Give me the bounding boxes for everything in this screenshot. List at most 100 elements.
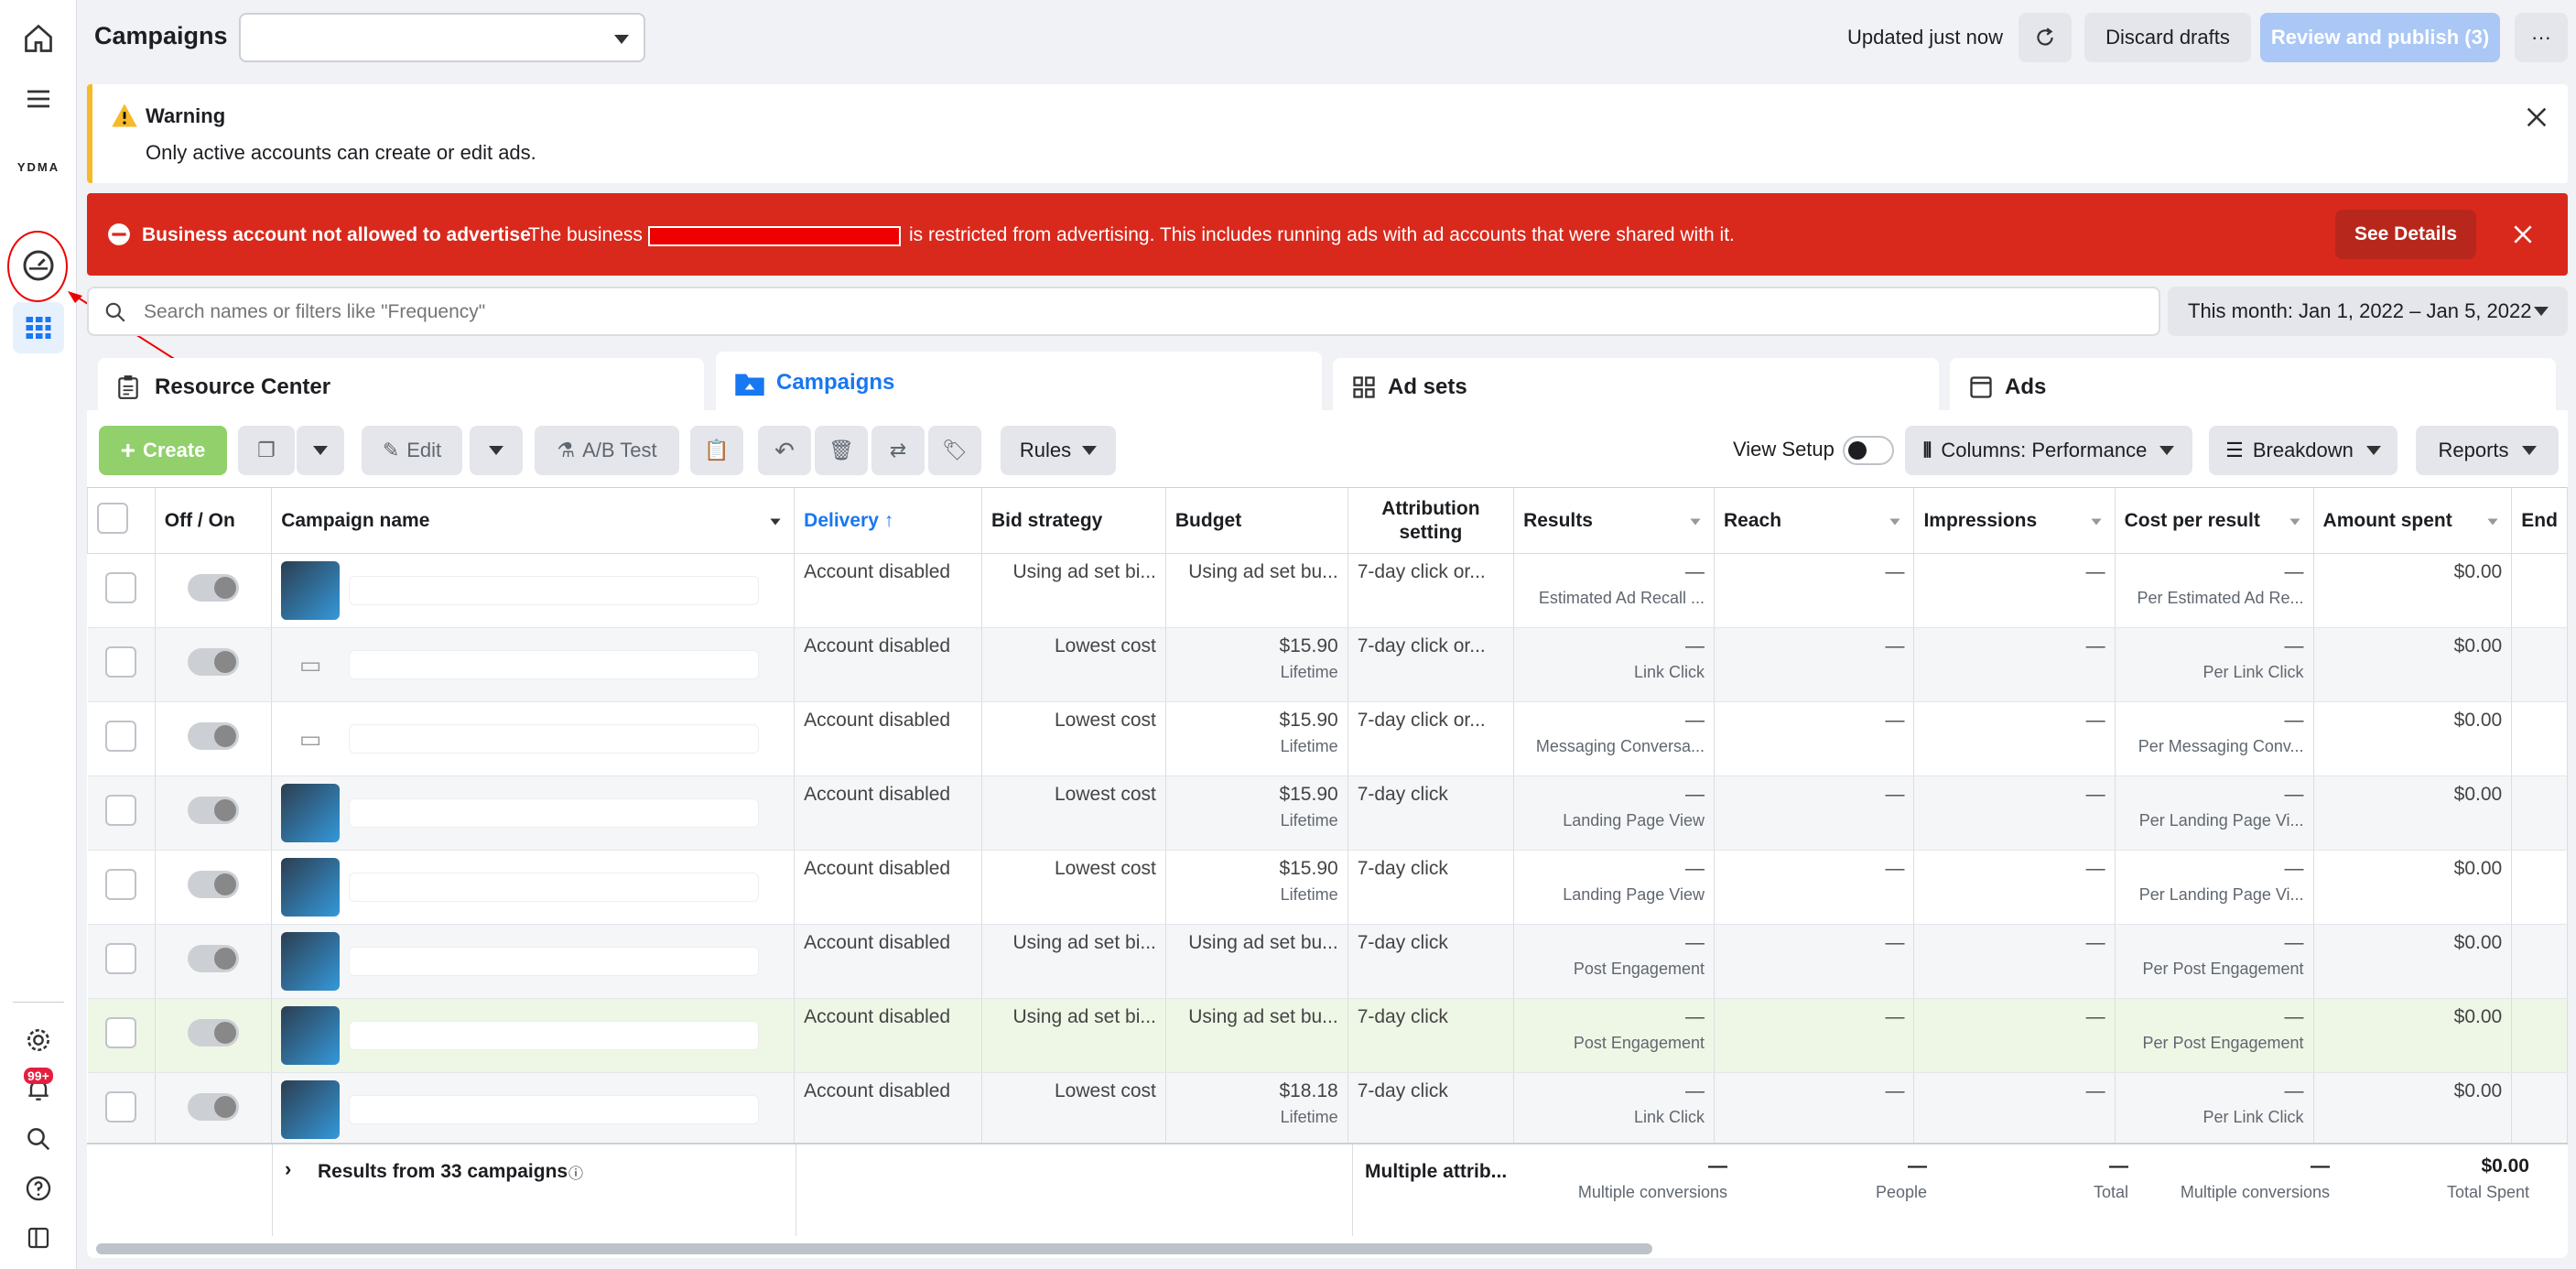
campaign-name-redacted[interactable]: [349, 873, 760, 902]
ads-manager-grid-icon[interactable]: [13, 302, 64, 353]
clipboard-button[interactable]: 📋: [690, 426, 743, 475]
table-row[interactable]: ▭ Account disabled Lowest cost $15.90 Lifeti…: [87, 701, 2568, 776]
col-header-results[interactable]: Results: [1513, 487, 1715, 554]
create-button[interactable]: + Create: [99, 426, 227, 475]
row-checkbox[interactable]: [105, 795, 137, 826]
campaign-toggle[interactable]: [187, 945, 239, 972]
home-icon[interactable]: [13, 13, 64, 64]
columns-button[interactable]: ⦀ Columns: Performance: [1905, 426, 2192, 475]
budget-cell[interactable]: $15.90 Lifetime: [1165, 627, 1348, 702]
col-header-delivery[interactable]: Delivery ↑: [794, 487, 982, 554]
campaign-name-redacted[interactable]: [349, 576, 760, 605]
close-icon[interactable]: [2511, 222, 2535, 246]
dashboard-gauge-icon[interactable]: [13, 240, 64, 291]
col-header-end[interactable]: End: [2511, 487, 2568, 554]
budget-cell[interactable]: Using ad set bu...: [1165, 998, 1348, 1073]
search-input[interactable]: [144, 296, 2139, 329]
duplicate-button[interactable]: ❐: [238, 426, 295, 475]
table-row[interactable]: Account disabled Using ad set bi... Using …: [87, 924, 2568, 999]
campaign-name-redacted[interactable]: [349, 724, 760, 754]
more-options-button[interactable]: ···: [2515, 13, 2568, 62]
chevron-down-icon: [489, 446, 503, 455]
col-header-campaign-name[interactable]: Campaign name: [271, 487, 796, 554]
budget-cell[interactable]: $15.90 Lifetime: [1165, 701, 1348, 776]
campaign-name-redacted[interactable]: [349, 650, 760, 679]
tab-ads[interactable]: Ads: [1950, 358, 2556, 413]
rules-button[interactable]: Rules: [1001, 426, 1116, 475]
col-header-bid-strategy[interactable]: Bid strategy: [981, 487, 1166, 554]
info-icon[interactable]: ⓘ: [568, 1161, 583, 1183]
export-button[interactable]: ⇄: [871, 426, 925, 475]
row-checkbox[interactable]: [105, 721, 137, 752]
table-row[interactable]: Account disabled Using ad set bi... Using …: [87, 998, 2568, 1073]
expand-chevron-icon[interactable]: ›: [285, 1157, 291, 1181]
delete-button[interactable]: 🗑: [815, 426, 868, 475]
duplicate-dropdown-button[interactable]: [297, 426, 344, 475]
help-icon[interactable]: [13, 1163, 64, 1214]
undo-button[interactable]: ↶: [758, 426, 811, 475]
row-checkbox[interactable]: [105, 1017, 137, 1048]
settings-gear-icon[interactable]: [13, 1014, 64, 1066]
row-checkbox[interactable]: [105, 869, 137, 900]
table-row[interactable]: ▭ Account disabled Lowest cost $15.90 Lifeti…: [87, 627, 2568, 702]
campaign-toggle[interactable]: [187, 574, 239, 602]
reports-button[interactable]: Reports: [2416, 426, 2559, 475]
tab-resource-center[interactable]: Resource Center: [98, 358, 704, 413]
table-row[interactable]: Account disabled Lowest cost $15.90 Lifetim…: [87, 776, 2568, 851]
refresh-button[interactable]: [2019, 13, 2072, 62]
col-header-cost-per-result[interactable]: Cost per result: [2114, 487, 2314, 554]
edit-button[interactable]: ✎ Edit: [362, 426, 462, 475]
campaign-toggle[interactable]: [187, 1093, 239, 1121]
summary-results: — Multiple conversions: [1577, 1155, 1727, 1201]
date-range-picker[interactable]: This month: Jan 1, 2022 – Jan 5, 2022: [2168, 287, 2568, 336]
col-header-amount-spent[interactable]: Amount spent: [2312, 487, 2513, 554]
row-checkbox[interactable]: [105, 572, 137, 603]
horizontal-scrollbar[interactable]: [96, 1243, 1652, 1254]
view-setup-toggle[interactable]: [1843, 436, 1894, 465]
breakdown-button[interactable]: ☰ Breakdown: [2209, 426, 2397, 475]
account-logo[interactable]: YDMA: [13, 141, 64, 192]
budget-cell[interactable]: $15.90 Lifetime: [1165, 776, 1348, 851]
campaign-toggle[interactable]: [187, 1019, 239, 1047]
col-header-budget[interactable]: Budget: [1164, 487, 1348, 554]
budget-cell[interactable]: $18.18 Lifetime: [1165, 1072, 1348, 1147]
campaign-toggle[interactable]: [187, 797, 239, 824]
col-header-reach[interactable]: Reach: [1713, 487, 1915, 554]
campaign-name-redacted[interactable]: [349, 798, 760, 828]
table-row[interactable]: Account disabled Lowest cost $18.18 Lifetim…: [87, 1072, 2568, 1147]
discard-drafts-button[interactable]: Discard drafts: [2084, 13, 2251, 62]
table-row[interactable]: Account disabled Lowest cost $15.90 Lifetim…: [87, 850, 2568, 925]
select-all-header[interactable]: [87, 487, 156, 554]
select-all-checkbox[interactable]: [97, 502, 128, 534]
campaign-toggle[interactable]: [187, 722, 239, 750]
budget-cell[interactable]: Using ad set bu...: [1165, 553, 1348, 628]
row-checkbox[interactable]: [105, 646, 137, 678]
menu-icon[interactable]: [13, 73, 64, 125]
row-checkbox[interactable]: [105, 1091, 137, 1123]
campaign-name-redacted[interactable]: [349, 1021, 760, 1050]
budget-cell[interactable]: Using ad set bu...: [1165, 924, 1348, 999]
search-icon[interactable]: [13, 1113, 64, 1165]
account-selector[interactable]: [239, 13, 645, 62]
campaign-name-redacted[interactable]: [349, 947, 760, 976]
edit-dropdown-button[interactable]: [470, 426, 523, 475]
budget-cell[interactable]: $15.90 Lifetime: [1165, 850, 1348, 925]
campaign-name-redacted[interactable]: [349, 1095, 760, 1124]
chevron-down-icon: [1690, 518, 1701, 526]
col-header-attribution[interactable]: Attribution setting: [1347, 487, 1515, 554]
close-icon[interactable]: [2524, 104, 2549, 130]
tag-button[interactable]: 🏷: [928, 426, 981, 475]
review-publish-button[interactable]: Review and publish (3): [2260, 13, 2500, 62]
notifications-bell-icon[interactable]: 99+: [13, 1064, 64, 1115]
clipboard-icon: [118, 375, 138, 399]
collapse-panel-icon[interactable]: [13, 1212, 64, 1264]
tab-campaigns[interactable]: Campaigns: [716, 352, 1322, 413]
campaign-toggle[interactable]: [187, 871, 239, 898]
col-header-impressions[interactable]: Impressions: [1913, 487, 2116, 554]
see-details-button[interactable]: See Details: [2335, 210, 2476, 259]
ab-test-button[interactable]: ⚗ A/B Test: [535, 426, 679, 475]
table-row[interactable]: Account disabled Using ad set bi... Using …: [87, 553, 2568, 628]
campaign-toggle[interactable]: [187, 648, 239, 676]
row-checkbox[interactable]: [105, 943, 137, 974]
tab-ad-sets[interactable]: Ad sets: [1333, 358, 1939, 413]
